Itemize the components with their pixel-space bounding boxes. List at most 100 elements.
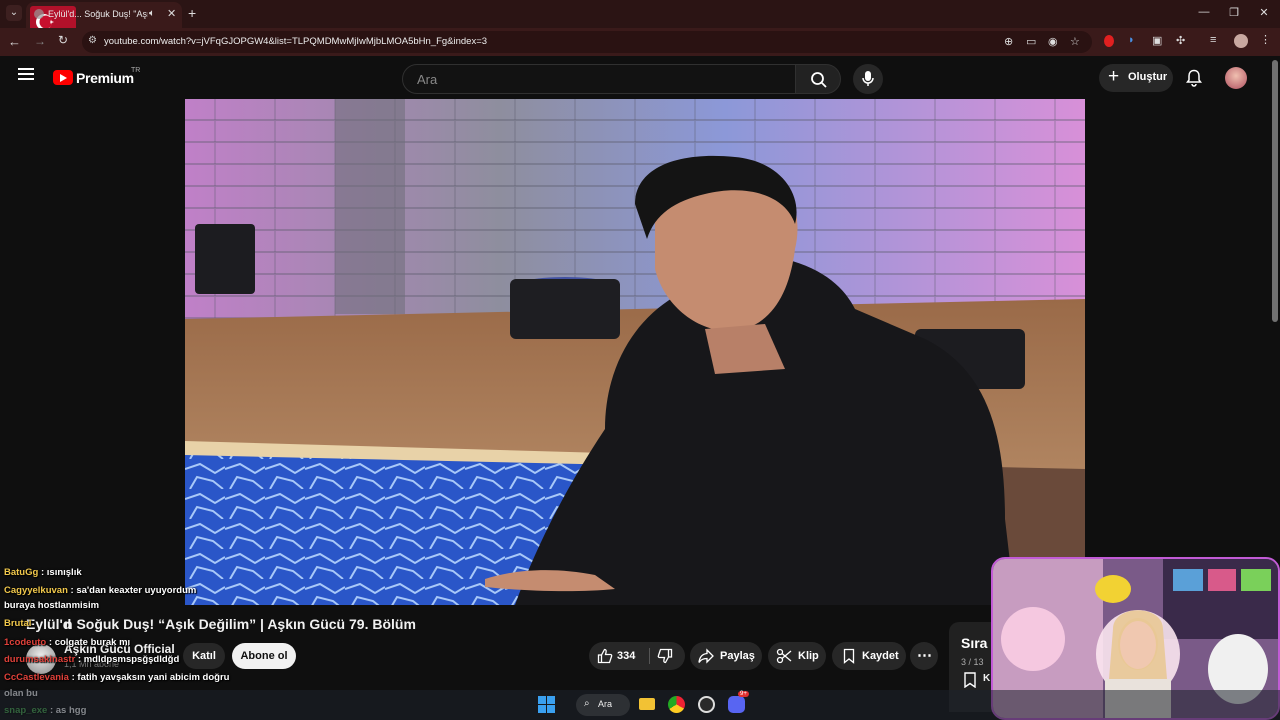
- chat-text: buraya hostlanmisim: [4, 600, 100, 611]
- maximize-icon[interactable]: ❐: [1226, 6, 1242, 19]
- chat-message: durumsakinastr : mdldpsmspsğşdldğd: [4, 654, 179, 665]
- chat-message: buraya hostlanmisim: [4, 600, 99, 611]
- notification-badge: 9+: [738, 691, 749, 697]
- cast-icon[interactable]: ▭: [1026, 35, 1036, 48]
- chat-separator: :: [46, 637, 55, 648]
- taskbar-search[interactable]: ⌕ Ara: [576, 694, 630, 716]
- back-icon[interactable]: ←: [8, 34, 21, 49]
- thumbs-down-icon: [657, 648, 673, 664]
- chat-username: durumsakinastr: [4, 654, 76, 665]
- zoom-icon[interactable]: ⊕: [1004, 35, 1013, 48]
- join-button[interactable]: Katıl: [183, 643, 225, 669]
- save-label: Kaydet: [862, 650, 899, 662]
- thumbs-up-icon: [597, 648, 613, 664]
- divider: [649, 648, 650, 664]
- chat-username: Brutal: [4, 618, 32, 629]
- extension-shield-icon[interactable]: ▣: [1152, 34, 1162, 47]
- search-placeholder: Ara: [417, 72, 438, 87]
- menu-icon[interactable]: [18, 68, 34, 80]
- video-player[interactable]: [185, 99, 1085, 605]
- youtube-header: Premium TR Ara + Oluştur: [0, 56, 1280, 98]
- like-button[interactable]: 334: [589, 642, 649, 670]
- reading-list-icon[interactable]: ≡: [1210, 34, 1216, 46]
- obs-icon[interactable]: [698, 696, 715, 713]
- clip-label: Klip: [798, 650, 819, 662]
- site-info-icon[interactable]: ⚙: [88, 35, 97, 46]
- video-frame: [185, 99, 1085, 605]
- chat-username: BatuGg: [4, 567, 39, 578]
- new-tab-button[interactable]: +: [188, 5, 196, 21]
- queue-count: 3 / 13: [961, 657, 984, 667]
- like-count: 334: [617, 650, 636, 662]
- share-label: Paylaş: [720, 650, 755, 662]
- page-scrollbar[interactable]: [1272, 60, 1278, 322]
- account-avatar[interactable]: [1225, 67, 1247, 89]
- taskbar-search-label: Ara: [598, 699, 613, 709]
- tab-list-icon[interactable]: ⌄: [6, 5, 22, 21]
- chat-text: ısınışlık: [46, 567, 82, 578]
- share-icon: [698, 648, 714, 664]
- more-actions-button[interactable]: ⋯: [910, 642, 938, 670]
- close-window-icon[interactable]: ✕: [1256, 6, 1272, 19]
- queue-title: Sıra: [961, 635, 988, 651]
- chat-separator: :: [38, 567, 47, 578]
- search-button[interactable]: [795, 64, 841, 94]
- notifications-icon[interactable]: [1185, 69, 1203, 87]
- dislike-button[interactable]: [651, 642, 685, 670]
- bookmark-icon: [843, 648, 855, 664]
- discord-icon[interactable]: [728, 696, 745, 713]
- chat-text: sa'dan keaxter uyuyordum: [76, 585, 197, 596]
- create-label: Oluştur: [1128, 71, 1168, 83]
- extension-icon[interactable]: ✣: [1176, 34, 1185, 47]
- chat-text: colgate burak mı: [54, 637, 131, 648]
- create-button[interactable]: + Oluştur: [1099, 64, 1173, 92]
- plus-icon: +: [188, 5, 197, 21]
- extension-audio-icon[interactable]: ◗: [1128, 34, 1135, 46]
- chat-message: Brutal: [4, 618, 31, 629]
- microphone-icon: [862, 71, 874, 86]
- audio-icon[interactable]: 🔈︎: [149, 8, 155, 19]
- chat-message: CcCastlevania : fatih yavşaksın yani abi…: [4, 672, 229, 683]
- search-input[interactable]: Ara: [402, 64, 796, 94]
- star-icon[interactable]: ☆: [1070, 35, 1080, 48]
- bookmark-icon[interactable]: [963, 672, 977, 688]
- chat-message: 1codeuto : colgate burak mı: [4, 637, 130, 648]
- file-explorer-icon[interactable]: [639, 698, 655, 710]
- reload-icon[interactable]: ↻: [58, 33, 68, 47]
- chat-message: Cagyyelkuvan : sa'dan keaxter uyuyordum: [4, 585, 196, 596]
- windows-taskbar: ⌕ Ara 9+: [0, 690, 1280, 720]
- url-text: youtube.com/watch?v=jVFqGJOPGW4&list=TLP…: [104, 36, 488, 47]
- chat-text: fatih yavşaksın yani abicim doğru: [77, 672, 230, 683]
- browser-toolbar: ← → ↻ ⚙ youtube.com/watch?v=jVFqGJOPGW4&…: [0, 28, 1280, 56]
- search-icon: [811, 72, 827, 88]
- queue-save-label[interactable]: K: [983, 673, 990, 684]
- scissors-icon: [776, 648, 792, 664]
- address-bar[interactable]: ⚙ youtube.com/watch?v=jVFqGJOPGW4&list=T…: [82, 31, 1092, 53]
- voice-search-button[interactable]: [853, 64, 883, 94]
- youtube-logo-icon[interactable]: [53, 70, 73, 85]
- save-button[interactable]: Kaydet: [832, 642, 906, 670]
- search-icon: ⌕: [584, 698, 590, 709]
- tab-title: Eylül'd... Soğuk Duş! "Aşık: [48, 9, 148, 19]
- share-button[interactable]: Paylaş: [690, 642, 762, 670]
- close-icon[interactable]: ✕: [167, 7, 176, 20]
- chat-message: BatuGg : ısınışlık: [4, 567, 82, 578]
- profile-avatar[interactable]: [1234, 34, 1248, 48]
- chat-username: CcCastlevania: [4, 672, 69, 683]
- browser-tab[interactable]: Eylül'd... Soğuk Duş! "Aşık 🔈︎ ✕: [26, 2, 182, 38]
- subscribe-button[interactable]: Abone ol: [232, 643, 296, 669]
- clip-button[interactable]: Klip: [768, 642, 826, 670]
- extension-record-icon[interactable]: [1104, 35, 1114, 47]
- forward-icon[interactable]: →: [34, 34, 46, 48]
- plus-icon: +: [1108, 66, 1120, 87]
- minimize-icon[interactable]: —: [1196, 6, 1212, 18]
- chrome-icon[interactable]: [668, 696, 685, 713]
- video-title: n Soğuk Duş! “Aşık Değilim” | Aşkın Gücü…: [64, 616, 416, 632]
- region-code: TR: [131, 67, 141, 74]
- logo-label[interactable]: Premium: [76, 70, 134, 86]
- browser-tab-strip: ⌄ Eylül'd... Soğuk Duş! "Aşık 🔈︎ ✕ + — ❐…: [0, 0, 1280, 38]
- windows-start-icon[interactable]: [538, 696, 555, 713]
- chat-text: mdldpsmspsğşdldğd: [83, 654, 180, 665]
- more-icon[interactable]: ⋮: [1260, 33, 1271, 46]
- eye-off-icon[interactable]: ◉: [1048, 35, 1058, 48]
